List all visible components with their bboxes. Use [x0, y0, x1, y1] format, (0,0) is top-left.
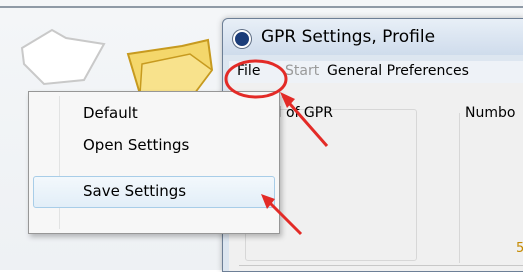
file-highlight-circle	[224, 59, 288, 99]
annotation-overlay	[224, 59, 329, 236]
